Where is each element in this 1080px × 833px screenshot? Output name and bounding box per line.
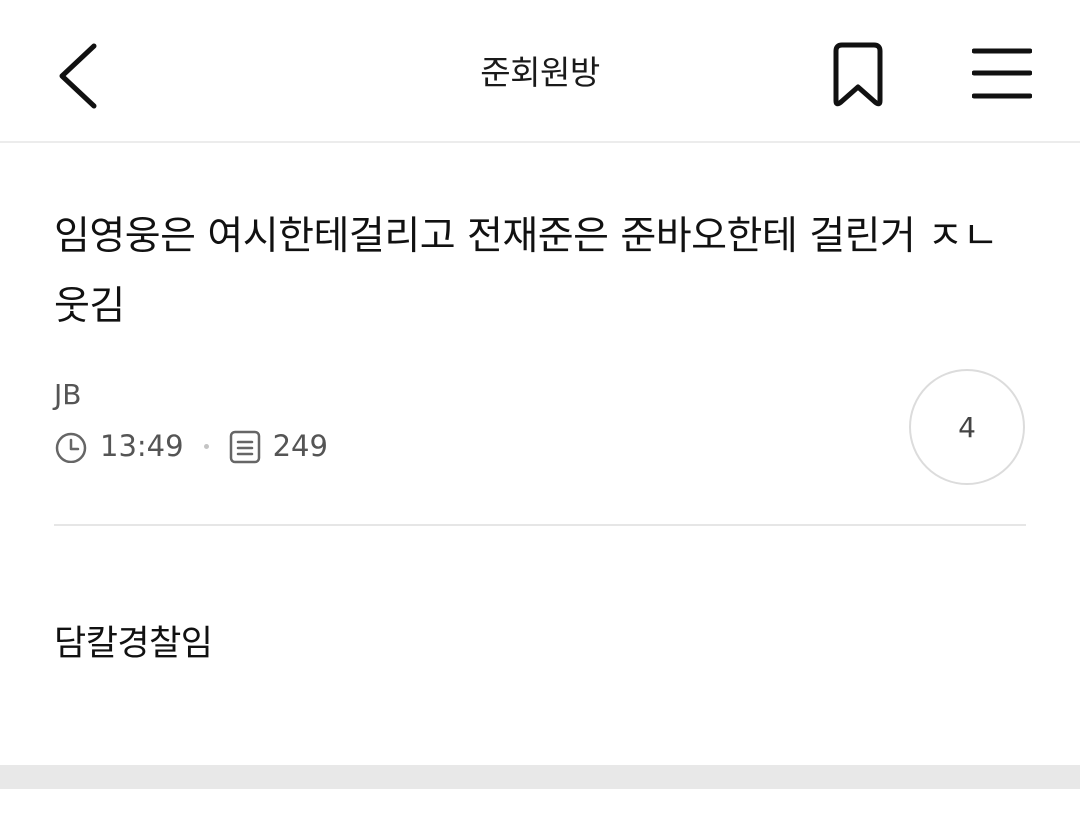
comment-count: 4	[958, 410, 976, 444]
divider	[54, 524, 1026, 526]
menu-button[interactable]	[960, 34, 1044, 114]
post-body: 담칼경찰임	[54, 624, 213, 664]
section-separator	[0, 765, 1080, 789]
page-title: 준회원방	[480, 53, 600, 92]
meta-separator	[203, 443, 209, 449]
author-name[interactable]: JB	[54, 376, 81, 414]
post-title: 임영웅은 여시한테걸리고 전재준은 준바오한테 걸린거 ㅈㄴ 웃김	[54, 214, 999, 329]
comment-count-button[interactable]: 4	[909, 369, 1025, 485]
bookmark-button[interactable]	[818, 34, 898, 114]
top-bar: 준회원방	[0, 0, 1080, 143]
chevron-left-icon	[59, 43, 97, 109]
post-meta: 13:49 249	[54, 424, 328, 468]
view-count: 249	[272, 429, 328, 463]
bookmark-icon	[833, 42, 883, 107]
clock-icon	[54, 429, 88, 463]
document-icon	[229, 428, 261, 464]
hamburger-menu-icon	[972, 48, 1032, 99]
post-time: 13:49	[100, 429, 184, 463]
back-button[interactable]	[40, 30, 120, 120]
